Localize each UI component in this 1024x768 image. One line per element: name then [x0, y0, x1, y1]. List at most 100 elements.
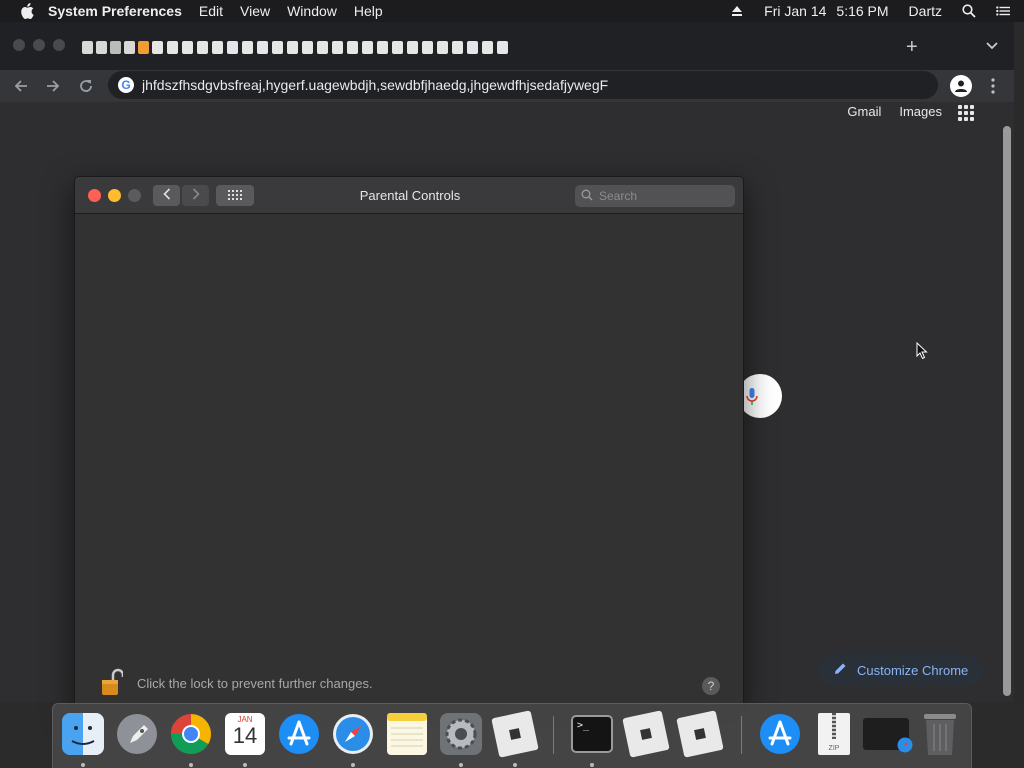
tab-favicon-icon[interactable]: [392, 40, 403, 54]
notes-icon[interactable]: [384, 711, 430, 757]
calendar-running-indicator: [243, 763, 247, 767]
app-store-icon[interactable]: [276, 711, 322, 757]
tab-favicon-icon[interactable]: [227, 40, 238, 54]
mouse-pointer-icon: [916, 341, 928, 365]
menu-date[interactable]: Fri Jan 14: [764, 3, 826, 19]
tab-favicon-icon[interactable]: [467, 40, 478, 54]
menu-app-name[interactable]: System Preferences: [48, 3, 182, 19]
google-apps-icon[interactable]: [958, 105, 974, 121]
tab-favicon-icon[interactable]: [110, 40, 121, 54]
menu-time[interactable]: 5:16 PM: [836, 3, 888, 19]
forward-arrow-icon[interactable]: [44, 77, 62, 95]
tab-favicon-icon[interactable]: [124, 40, 135, 54]
roblox-player-icon[interactable]: [676, 710, 724, 758]
search-box-right-end[interactable]: [738, 374, 782, 418]
spotlight-search-icon[interactable]: [962, 4, 976, 18]
search-input[interactable]: Search: [575, 185, 735, 207]
tab-favicon-icon[interactable]: [242, 40, 253, 54]
calendar-day: 14: [232, 723, 258, 748]
tab-favicon-icon[interactable]: [407, 40, 418, 54]
pencil-icon: [834, 662, 847, 678]
tab-favicon-icon[interactable]: [167, 40, 178, 54]
parental-controls-window: Parental Controls Search Click the lock …: [74, 176, 744, 706]
tab-favicon-icon[interactable]: [96, 40, 107, 54]
tab-favicon-icon[interactable]: [347, 40, 358, 54]
zip-label: ZIP: [828, 745, 840, 752]
tab-favicon-icon[interactable]: [482, 40, 493, 54]
menu-user[interactable]: Dartz: [909, 3, 942, 19]
menu-help[interactable]: Help: [354, 3, 383, 19]
page-scrollbar[interactable]: [1000, 102, 1014, 702]
lock-row: Click the lock to prevent further change…: [101, 667, 373, 700]
tab-favicon-icon[interactable]: [138, 40, 149, 54]
terminal-icon[interactable]: >_: [569, 711, 615, 757]
profile-avatar-icon[interactable]: [950, 75, 972, 97]
tab-favicon-icon[interactable]: [422, 40, 433, 54]
tab-favicon-icon[interactable]: [452, 40, 463, 54]
images-link[interactable]: Images: [899, 104, 942, 119]
voice-search-mic-icon[interactable]: [746, 387, 758, 412]
tab-favicon-icon[interactable]: [182, 40, 193, 54]
notification-center-icon[interactable]: [996, 4, 1010, 18]
tab-search-chevron-icon[interactable]: [986, 39, 998, 53]
browser-close-button[interactable]: [13, 39, 25, 51]
reload-icon[interactable]: [77, 77, 95, 95]
safari-icon[interactable]: [330, 711, 376, 757]
window-title-bar[interactable]: Parental Controls Search: [75, 177, 743, 214]
calendar-icon[interactable]: JAN 14: [222, 711, 268, 757]
tab-favicon-icon[interactable]: [197, 40, 208, 54]
customize-chrome-label: Customize Chrome: [857, 662, 969, 678]
terminal-running-indicator: [590, 763, 594, 767]
terminal-prompt: >_: [571, 715, 613, 753]
trash-icon[interactable]: [917, 711, 963, 757]
help-button[interactable]: ?: [702, 677, 720, 695]
gmail-link[interactable]: Gmail: [847, 104, 881, 119]
menu-view[interactable]: View: [240, 3, 270, 19]
zip-archive-icon[interactable]: ZIP: [811, 711, 857, 757]
eject-icon[interactable]: [730, 4, 744, 18]
tab-favicon-icon[interactable]: [332, 40, 343, 54]
address-bar[interactable]: G jhfdszfhsdgvbsfreaj,hygerf.uagewbdjh,s…: [108, 71, 938, 99]
customize-chrome-button[interactable]: Customize Chrome: [818, 654, 983, 686]
search-icon: [581, 189, 593, 204]
address-bar-url[interactable]: jhfdszfhsdgvbsfreaj,hygerf.uagewbdjh,sew…: [142, 77, 608, 93]
tab-favicon-icon[interactable]: [272, 40, 283, 54]
screen-edge: [1014, 22, 1024, 702]
system-preferences-icon[interactable]: [438, 711, 484, 757]
tab-favicon-icon[interactable]: [287, 40, 298, 54]
google-header-links: Gmail Images: [847, 104, 942, 119]
tab-favicon-icon[interactable]: [257, 40, 268, 54]
tab-favicon-icon[interactable]: [497, 40, 508, 54]
tab-favicon-icon[interactable]: [317, 40, 328, 54]
dock-separator: [741, 716, 742, 754]
roblox-icon[interactable]: [491, 710, 539, 758]
app-store-download-icon[interactable]: [757, 711, 803, 757]
menu-edit[interactable]: Edit: [199, 3, 223, 19]
menu-window[interactable]: Window: [287, 3, 337, 19]
system-preferences-running-indicator: [459, 763, 463, 767]
tab-favicon-icon[interactable]: [212, 40, 223, 54]
tab-favicon-row[interactable]: [82, 40, 512, 54]
roblox-studio-icon[interactable]: [622, 710, 670, 758]
tab-favicon-icon[interactable]: [362, 40, 373, 54]
downloads-stack-icon[interactable]: [863, 711, 913, 757]
browser-minimize-button[interactable]: [33, 39, 45, 51]
tab-favicon-icon[interactable]: [82, 40, 93, 54]
apple-menu-icon[interactable]: [20, 3, 36, 19]
tab-favicon-icon[interactable]: [377, 40, 388, 54]
back-arrow-icon[interactable]: [12, 77, 30, 95]
unlocked-padlock-icon[interactable]: [101, 667, 125, 700]
tab-favicon-icon[interactable]: [152, 40, 163, 54]
finder-icon[interactable]: [60, 711, 106, 757]
finder-running-indicator: [81, 763, 85, 767]
new-tab-button[interactable]: +: [906, 37, 918, 57]
google-chrome-icon[interactable]: [168, 711, 214, 757]
safari-badge-icon: [897, 737, 913, 758]
launchpad-icon[interactable]: [114, 711, 160, 757]
tab-favicon-icon[interactable]: [302, 40, 313, 54]
browser-zoom-button[interactable]: [53, 39, 65, 51]
tab-favicon-icon[interactable]: [437, 40, 448, 54]
scrollbar-thumb[interactable]: [1003, 126, 1011, 696]
browser-toolbar: G jhfdszfhsdgvbsfreaj,hygerf.uagewbdjh,s…: [0, 70, 1014, 102]
browser-menu-icon[interactable]: [988, 77, 998, 95]
